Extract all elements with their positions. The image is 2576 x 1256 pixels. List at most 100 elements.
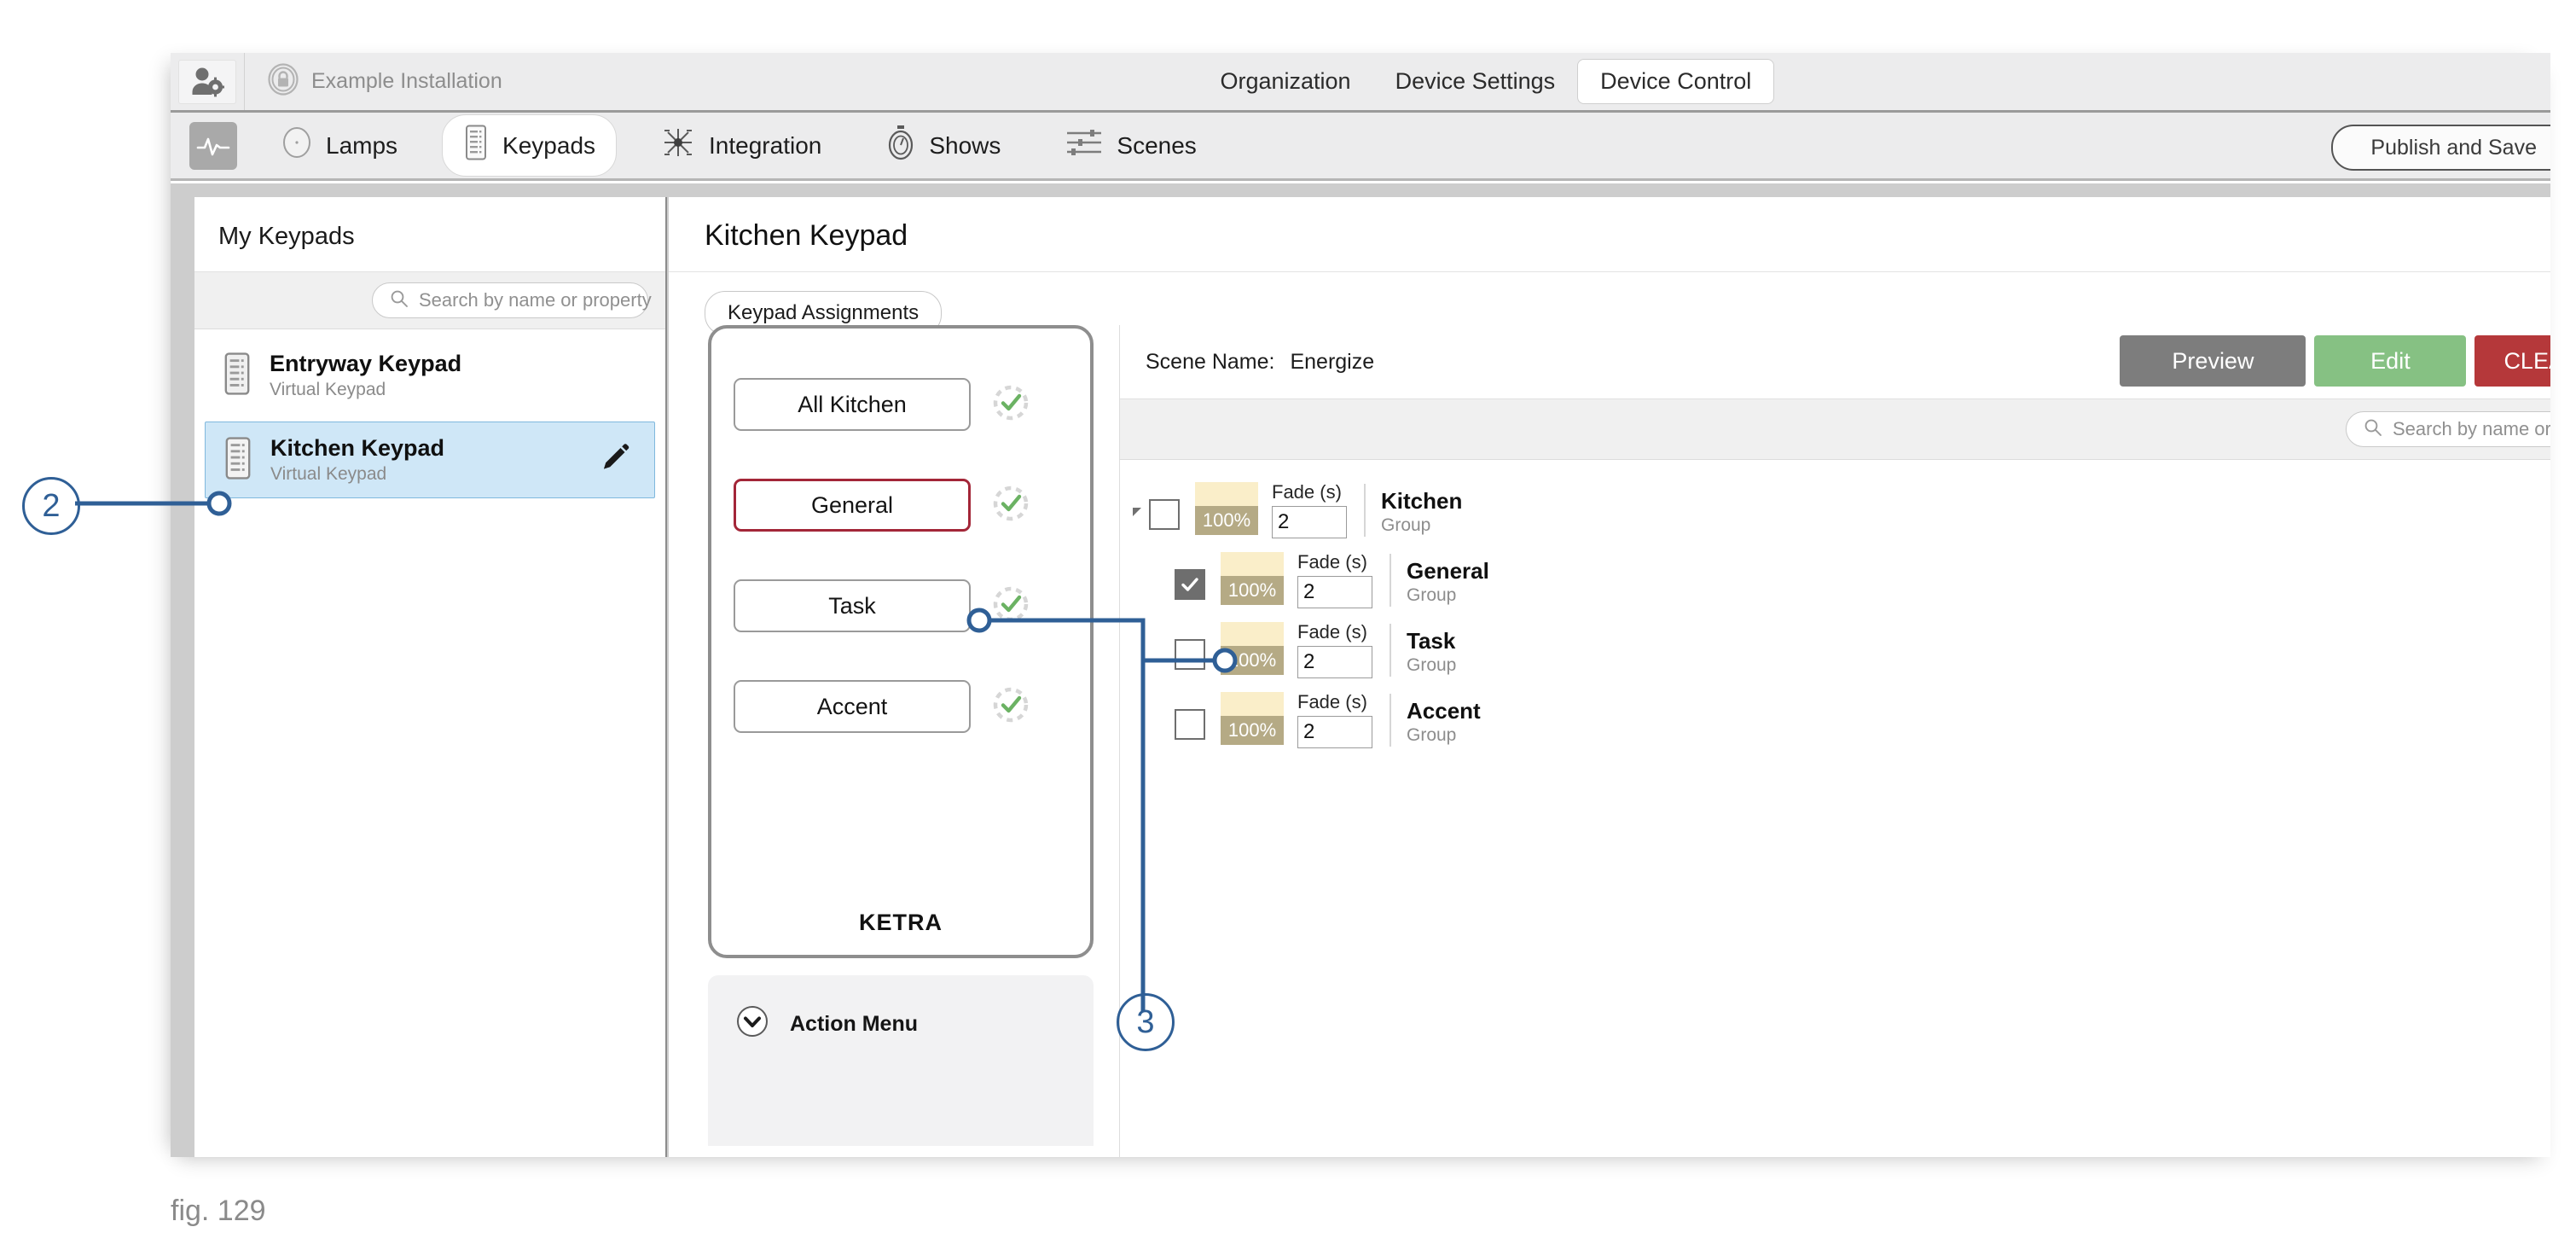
search-icon xyxy=(390,289,409,312)
keypad-button-row: Accent xyxy=(734,680,1090,733)
keypad-name: Entryway Keypad xyxy=(270,351,462,376)
keypad-button-accent[interactable]: Accent xyxy=(734,680,971,733)
search-icon xyxy=(2364,418,2382,441)
divider xyxy=(1364,484,1366,537)
section-bar: Lamps Keypads Integration Shows Scenes P… xyxy=(171,113,2550,181)
group-name: Kitchen xyxy=(1381,488,1463,514)
stopwatch-icon xyxy=(886,125,915,166)
sidebar-search-placeholder: Search by name or property xyxy=(419,289,652,311)
brightness-swatch[interactable]: 100% xyxy=(1221,552,1284,605)
tab-keypads-label: Keypads xyxy=(502,131,596,159)
publish-and-save-button[interactable]: Publish and Save xyxy=(2331,125,2550,171)
fade-input[interactable] xyxy=(1272,506,1347,539)
keypad-icon xyxy=(222,352,252,400)
sidebar-title: My Keypads xyxy=(218,223,355,250)
keypad-icon xyxy=(223,436,253,485)
group-type: Group xyxy=(1407,724,1457,745)
sidebar-search-input[interactable]: Search by name or property xyxy=(372,282,652,318)
row-checkbox[interactable] xyxy=(1175,639,1205,670)
table-row[interactable]: 100% Fade (s) Kitchen Group xyxy=(1120,481,2550,552)
fade-input[interactable] xyxy=(1297,646,1372,679)
table-row[interactable]: 100% Fade (s) Accent Group xyxy=(1120,691,2550,762)
brightness-swatch[interactable]: 100% xyxy=(1221,692,1284,745)
keypad-button-row: Task xyxy=(734,579,1090,632)
keypad-device-preview: All Kitchen General Task Accent KETRA xyxy=(708,325,1094,958)
nav-tab-device-control[interactable]: Device Control xyxy=(1577,59,1775,104)
keypad-button-row: General xyxy=(734,479,1090,532)
group-type: Group xyxy=(1407,654,1457,675)
integration-node-icon xyxy=(661,125,695,166)
divider xyxy=(1390,694,1391,747)
disclosure-triangle-icon[interactable] xyxy=(1127,504,1149,520)
group-name: General xyxy=(1407,558,1489,584)
publish-and-save-label: Publish and Save xyxy=(2370,135,2537,160)
nav-tab-device-settings[interactable]: Device Settings xyxy=(1373,60,1578,103)
check-dashed-circle-icon xyxy=(991,685,1030,729)
fade-input[interactable] xyxy=(1297,576,1372,609)
action-menu-label-text: Action Menu xyxy=(790,1012,918,1036)
scene-search-wrap: Search by name or property xyxy=(2346,411,2550,447)
tab-lamps[interactable]: Lamps xyxy=(261,116,418,175)
keypad-type: Virtual Keypad xyxy=(270,463,387,484)
fade-input[interactable] xyxy=(1297,716,1372,749)
tab-integration-label: Integration xyxy=(709,131,822,159)
user-settings-button[interactable] xyxy=(171,53,245,110)
scene-name-value: Energize xyxy=(1290,349,1375,374)
action-menu-row[interactable]: Action Menu xyxy=(708,975,1094,1046)
brightness-value: 100% xyxy=(1221,576,1284,605)
page-title: Kitchen Keypad xyxy=(705,219,908,252)
brightness-swatch[interactable]: 100% xyxy=(1221,622,1284,675)
brightness-value: 100% xyxy=(1195,506,1258,535)
brightness-swatch[interactable]: 100% xyxy=(1195,482,1258,535)
scene-search-input[interactable]: Search by name or property xyxy=(2346,411,2550,447)
row-checkbox[interactable] xyxy=(1175,569,1205,600)
tab-shows[interactable]: Shows xyxy=(866,115,1021,176)
nav-tab-organization[interactable]: Organization xyxy=(1198,60,1372,103)
group-type: Group xyxy=(1381,515,1431,535)
tab-integration[interactable]: Integration xyxy=(641,116,842,175)
tab-scenes-label: Scenes xyxy=(1117,131,1197,159)
keypad-button-all-kitchen[interactable]: All Kitchen xyxy=(734,378,971,431)
fade-label: Fade (s) xyxy=(1297,621,1367,643)
sidebar-item-text: Entryway Keypad Virtual Keypad xyxy=(270,350,461,401)
fade-column: Fade (s) xyxy=(1297,551,1379,609)
table-row[interactable]: 100% Fade (s) Task Group xyxy=(1120,621,2550,692)
keypad-button-task[interactable]: Task xyxy=(734,579,971,632)
user-settings-icon xyxy=(178,59,236,104)
group-name: Accent xyxy=(1407,698,1481,724)
edit-button[interactable]: Edit xyxy=(2314,335,2467,387)
pencil-icon[interactable] xyxy=(598,441,632,480)
brightness-value: 100% xyxy=(1221,716,1284,745)
preview-button[interactable]: Preview xyxy=(2120,335,2306,387)
table-row[interactable]: 100% Fade (s) General Group xyxy=(1120,551,2550,622)
row-checkbox[interactable] xyxy=(1149,499,1180,530)
fade-label: Fade (s) xyxy=(1297,551,1367,573)
group-name: Task xyxy=(1407,628,1456,654)
keypad-button-general[interactable]: General xyxy=(734,479,971,532)
fade-label: Fade (s) xyxy=(1272,481,1342,503)
tab-scenes[interactable]: Scenes xyxy=(1045,118,1216,173)
check-dashed-circle-icon xyxy=(991,584,1030,628)
row-text: General Group xyxy=(1407,558,1489,606)
check-dashed-circle-icon xyxy=(991,383,1030,427)
row-text: Accent Group xyxy=(1407,698,1481,746)
figure-caption: fig. 129 xyxy=(171,1195,266,1227)
row-text: Kitchen Group xyxy=(1381,488,1463,536)
scene-panel: Scene Name: Energize Preview Edit CLEAR … xyxy=(1119,325,2550,1157)
action-menu-card[interactable]: Action Menu xyxy=(708,975,1094,1146)
clear-scene-button[interactable]: CLEAR SCENE xyxy=(2474,335,2550,387)
sidebar-item-entryway-keypad[interactable]: Entryway Keypad Virtual Keypad xyxy=(205,338,655,413)
scene-header: Scene Name: Energize Preview Edit CLEAR … xyxy=(1120,325,2550,398)
tab-lamps-label: Lamps xyxy=(326,131,398,159)
divider xyxy=(1390,554,1391,607)
sidebar-item-kitchen-keypad[interactable]: Kitchen Keypad Virtual Keypad xyxy=(205,422,655,498)
callout-marker-2: 2 xyxy=(22,477,80,535)
callout-marker-3: 3 xyxy=(1117,993,1175,1051)
body-region: My Keypads Search by name or property En… xyxy=(171,183,2550,1157)
pulse-icon[interactable] xyxy=(189,121,237,170)
tab-keypads[interactable]: Keypads xyxy=(442,114,618,177)
main-pane: Kitchen Keypad Keypad Assignments All Ki… xyxy=(669,197,2550,1157)
row-checkbox[interactable] xyxy=(1175,709,1205,740)
sidebar-search-row: Search by name or property xyxy=(194,271,665,329)
nav-tabs: Organization Device Settings Device Cont… xyxy=(422,53,2550,110)
